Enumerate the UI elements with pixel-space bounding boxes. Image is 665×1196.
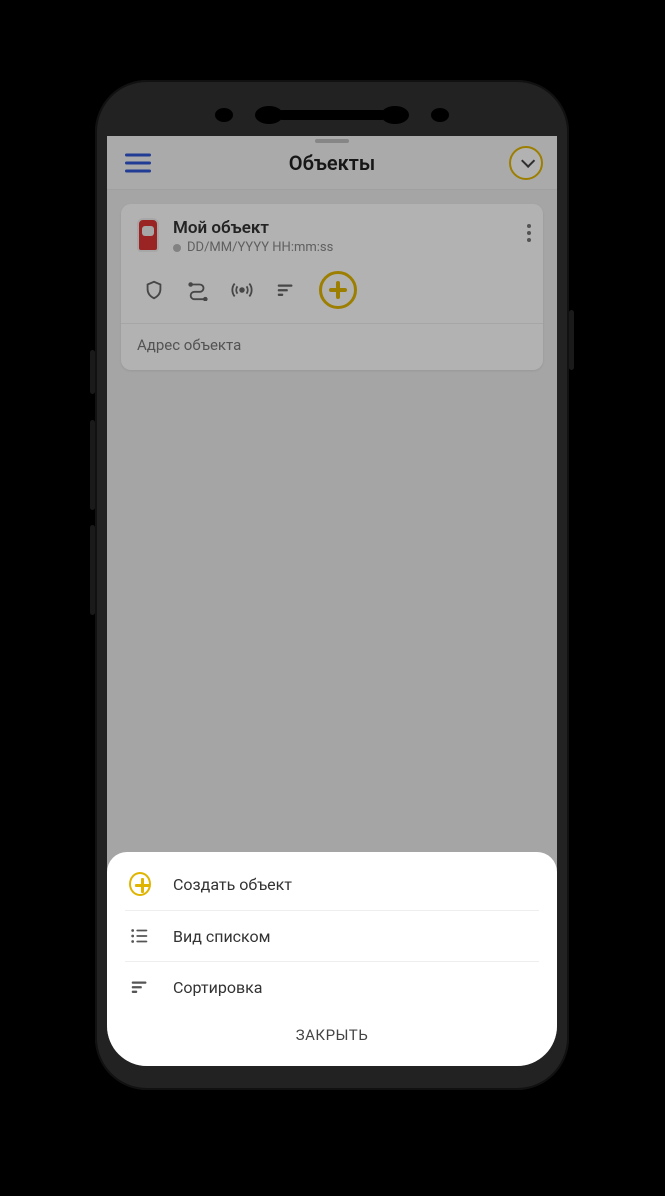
- phone-screen-wrap: Объекты Мой объект DD/MM/YYYY HH:mm:ss: [107, 136, 557, 1066]
- phone-side-button: [90, 350, 95, 394]
- list-icon: [129, 925, 151, 947]
- sheet-item-sort[interactable]: Сортировка: [107, 962, 557, 1012]
- phone-side-button: [569, 310, 574, 370]
- phone-sensor: [431, 108, 449, 122]
- plus-circle-icon: [129, 872, 151, 896]
- phone-sensor: [255, 106, 283, 124]
- stage: Объекты Мой объект DD/MM/YYYY HH:mm:ss: [0, 0, 665, 1196]
- sheet-item-list-view[interactable]: Вид списком: [107, 911, 557, 961]
- phone-side-button: [90, 420, 95, 510]
- sheet-item-label: Создать объект: [173, 875, 292, 894]
- sheet-close-button[interactable]: ЗАКРЫТЬ: [107, 1012, 557, 1062]
- sheet-item-create[interactable]: Создать объект: [107, 858, 557, 910]
- phone-sensor: [381, 106, 409, 124]
- sheet-item-label: Вид списком: [173, 927, 271, 946]
- sheet-item-label: Сортировка: [173, 978, 262, 997]
- sort-icon: [129, 976, 151, 998]
- phone-sensor: [215, 108, 233, 122]
- phone-speaker: [277, 110, 387, 120]
- phone-side-button: [90, 525, 95, 615]
- bottom-sheet: Создать объект Вид списком Сортировка: [107, 852, 557, 1066]
- phone-frame: Объекты Мой объект DD/MM/YYYY HH:mm:ss: [95, 80, 569, 1090]
